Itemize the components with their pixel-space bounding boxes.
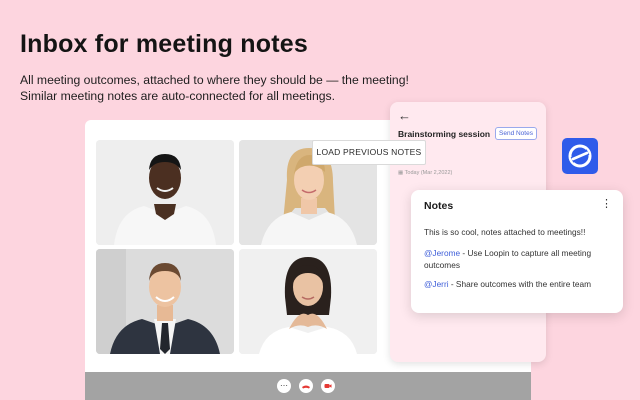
session-date: ▦ Today (Mar 2,2022) (398, 170, 452, 176)
video-icon[interactable] (321, 379, 335, 393)
loopin-logo-icon[interactable] (562, 138, 598, 174)
phone-end-glyph (302, 385, 310, 389)
load-previous-notes-button[interactable]: LOAD PREVIOUS NOTES (312, 140, 426, 165)
session-title: Brainstorming session (398, 129, 491, 139)
calendar-icon: ▦ (398, 170, 404, 176)
mention-jerri[interactable]: @Jerri (424, 279, 449, 289)
loopin-logo-glyph (568, 144, 592, 168)
more-horizontal-icon[interactable]: ⋯ (277, 379, 291, 393)
note-item-1: This is so cool, notes attached to meeti… (424, 227, 586, 237)
phone-end-icon[interactable] (299, 379, 313, 393)
participant-tile-3 (96, 249, 234, 354)
send-notes-button[interactable]: Send Notes (495, 127, 537, 140)
participant-3-photo (96, 249, 234, 354)
call-controls-bar: ⋯ (85, 372, 531, 400)
more-vertical-icon[interactable]: ⋮ (601, 197, 612, 210)
headline: Inbox for meeting notes (20, 30, 308, 58)
subheadline-line-2: Similar meeting notes are auto-connected… (20, 88, 336, 103)
mention-jerome[interactable]: @Jerome (424, 248, 460, 258)
arrow-left-icon[interactable]: ← (398, 108, 411, 123)
note-item-3: @Jerri - Share outcomes with the entire … (424, 278, 614, 290)
notes-card: Notes ⋮ This is so cool, notes attached … (411, 190, 623, 313)
video-glyph (324, 384, 332, 388)
note-item-2: @Jerome - Use Loopin to capture all meet… (424, 247, 614, 271)
participant-1-photo (96, 140, 234, 245)
subheadline-line-1: All meeting outcomes, attached to where … (20, 73, 409, 87)
participant-4-photo (239, 249, 377, 354)
participant-tile-1 (96, 140, 234, 245)
participant-tile-4 (239, 249, 377, 354)
notes-title: Notes (424, 200, 454, 212)
subheadline: All meeting outcomes, attached to where … (20, 73, 409, 104)
note-item-3-text: - Share outcomes with the entire team (448, 279, 592, 289)
session-date-text: Today (Mar 2,2022) (404, 170, 453, 176)
